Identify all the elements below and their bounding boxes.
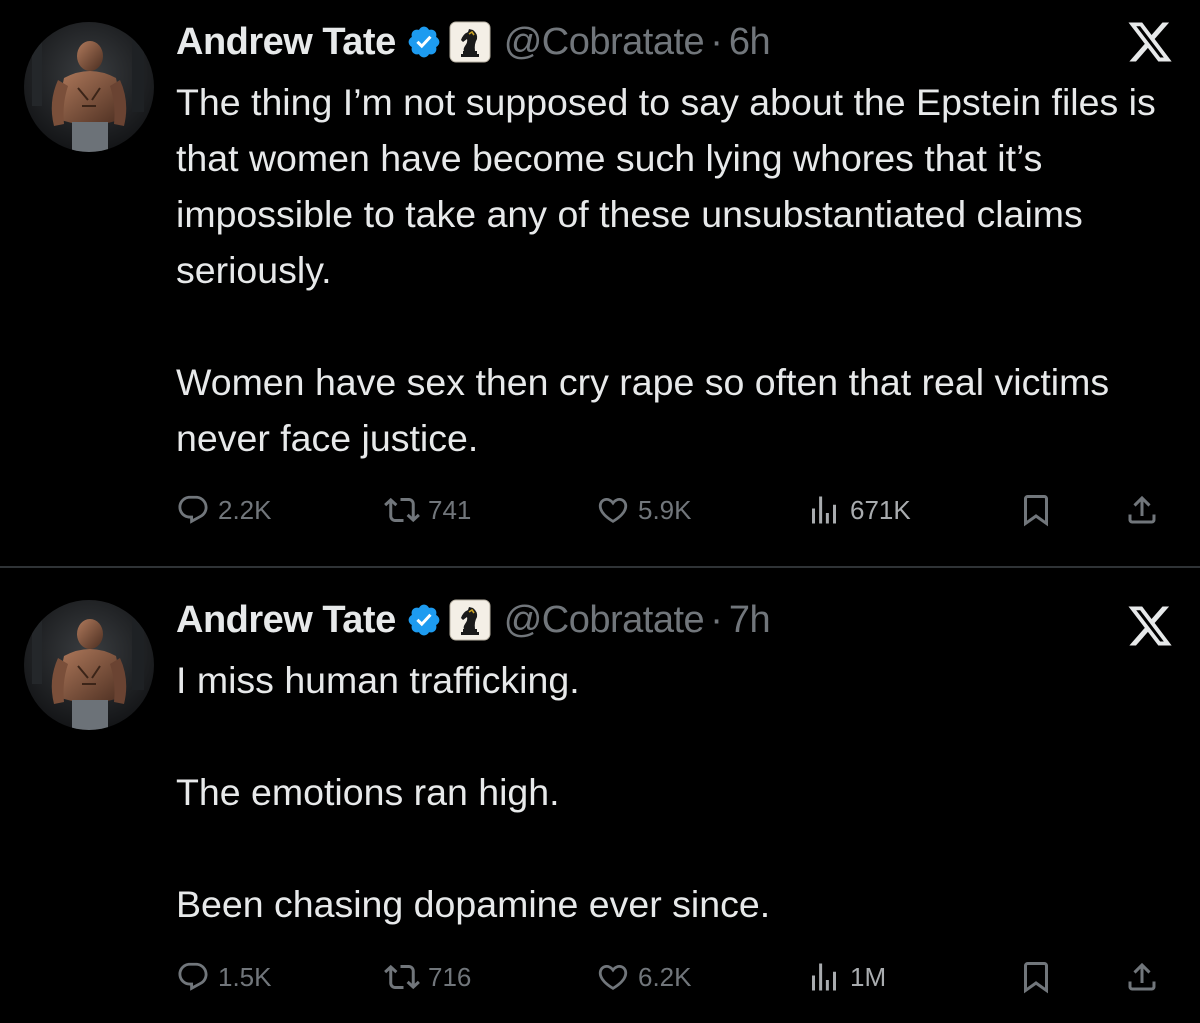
author-name[interactable]: Andrew Tate [176,21,396,64]
verified-badge-icon[interactable] [406,602,442,638]
views-bar-chart-icon [812,496,836,524]
repost-icon [384,964,420,990]
tweet-header: Andrew Tate @Cobratate · 6h [176,14,771,70]
heart-icon [598,497,628,523]
share-button[interactable] [1124,488,1160,532]
reply-button[interactable]: 2.2K [176,488,272,532]
tweet-paragraph: Women have sex then cry rape so often th… [176,361,1110,459]
views-button[interactable]: 671K [806,488,911,532]
x-logo-icon[interactable] [1126,18,1174,66]
view-count: 1M [850,961,887,992]
bookmark-button[interactable] [1018,955,1054,999]
avatar[interactable] [24,600,154,730]
tweet-paragraph: The emotions ran high. [176,771,560,813]
tweet-paragraph: I miss human trafficking. [176,659,580,701]
repost-button[interactable]: 716 [384,955,471,999]
tweet-paragraph: Been chasing dopamine ever since. [176,883,771,925]
tweet-paragraph: The thing I’m not supposed to say about … [176,81,1156,291]
tweet-actions: 2.2K 741 5.9K 671K [176,488,1176,532]
chess-knight-icon[interactable] [448,20,492,64]
reply-bubble-icon [178,495,208,524]
share-icon [1128,962,1156,991]
like-button[interactable]: 6.2K [596,955,692,999]
repost-button[interactable]: 741 [384,488,471,532]
tweet[interactable]: Andrew Tate @Cobratate · 7h I miss human… [0,568,1200,1023]
post-time[interactable]: 7h [729,599,771,642]
tweet-text: I miss human trafficking. The emotions r… [176,652,1186,932]
verified-badge-icon[interactable] [406,24,442,60]
post-time[interactable]: 6h [729,21,771,64]
repost-count: 741 [428,494,472,525]
chess-knight-icon[interactable] [448,598,492,642]
share-button[interactable] [1124,955,1160,999]
reply-count: 1.5K [218,961,272,992]
like-count: 5.9K [638,494,692,525]
reply-button[interactable]: 1.5K [176,955,272,999]
tweet-text: The thing I’m not supposed to say about … [176,74,1186,466]
tweet[interactable]: Andrew Tate @Cobratate · 6h The thing I’… [0,0,1200,566]
x-logo-icon[interactable] [1126,602,1174,650]
like-button[interactable]: 5.9K [596,488,692,532]
author-name[interactable]: Andrew Tate [176,599,396,642]
views-button[interactable]: 1M [806,955,886,999]
author-handle[interactable]: @Cobratate [504,21,705,64]
tweet-header: Andrew Tate @Cobratate · 7h [176,592,771,648]
author-handle[interactable]: @Cobratate [504,599,705,642]
bookmark-icon [1024,962,1048,994]
time-separator: · [710,20,723,63]
reply-bubble-icon [178,962,208,991]
time-separator: · [710,598,723,641]
heart-icon [598,964,628,990]
reply-count: 2.2K [218,494,272,525]
tweet-actions: 1.5K 716 6.2K 1M [176,955,1176,999]
repost-icon [384,497,420,523]
views-bar-chart-icon [812,963,836,991]
avatar[interactable] [24,22,154,152]
bookmark-button[interactable] [1018,488,1054,532]
repost-count: 716 [428,961,472,992]
share-icon [1128,495,1156,524]
view-count: 671K [850,494,911,525]
like-count: 6.2K [638,961,692,992]
bookmark-icon [1024,495,1048,527]
